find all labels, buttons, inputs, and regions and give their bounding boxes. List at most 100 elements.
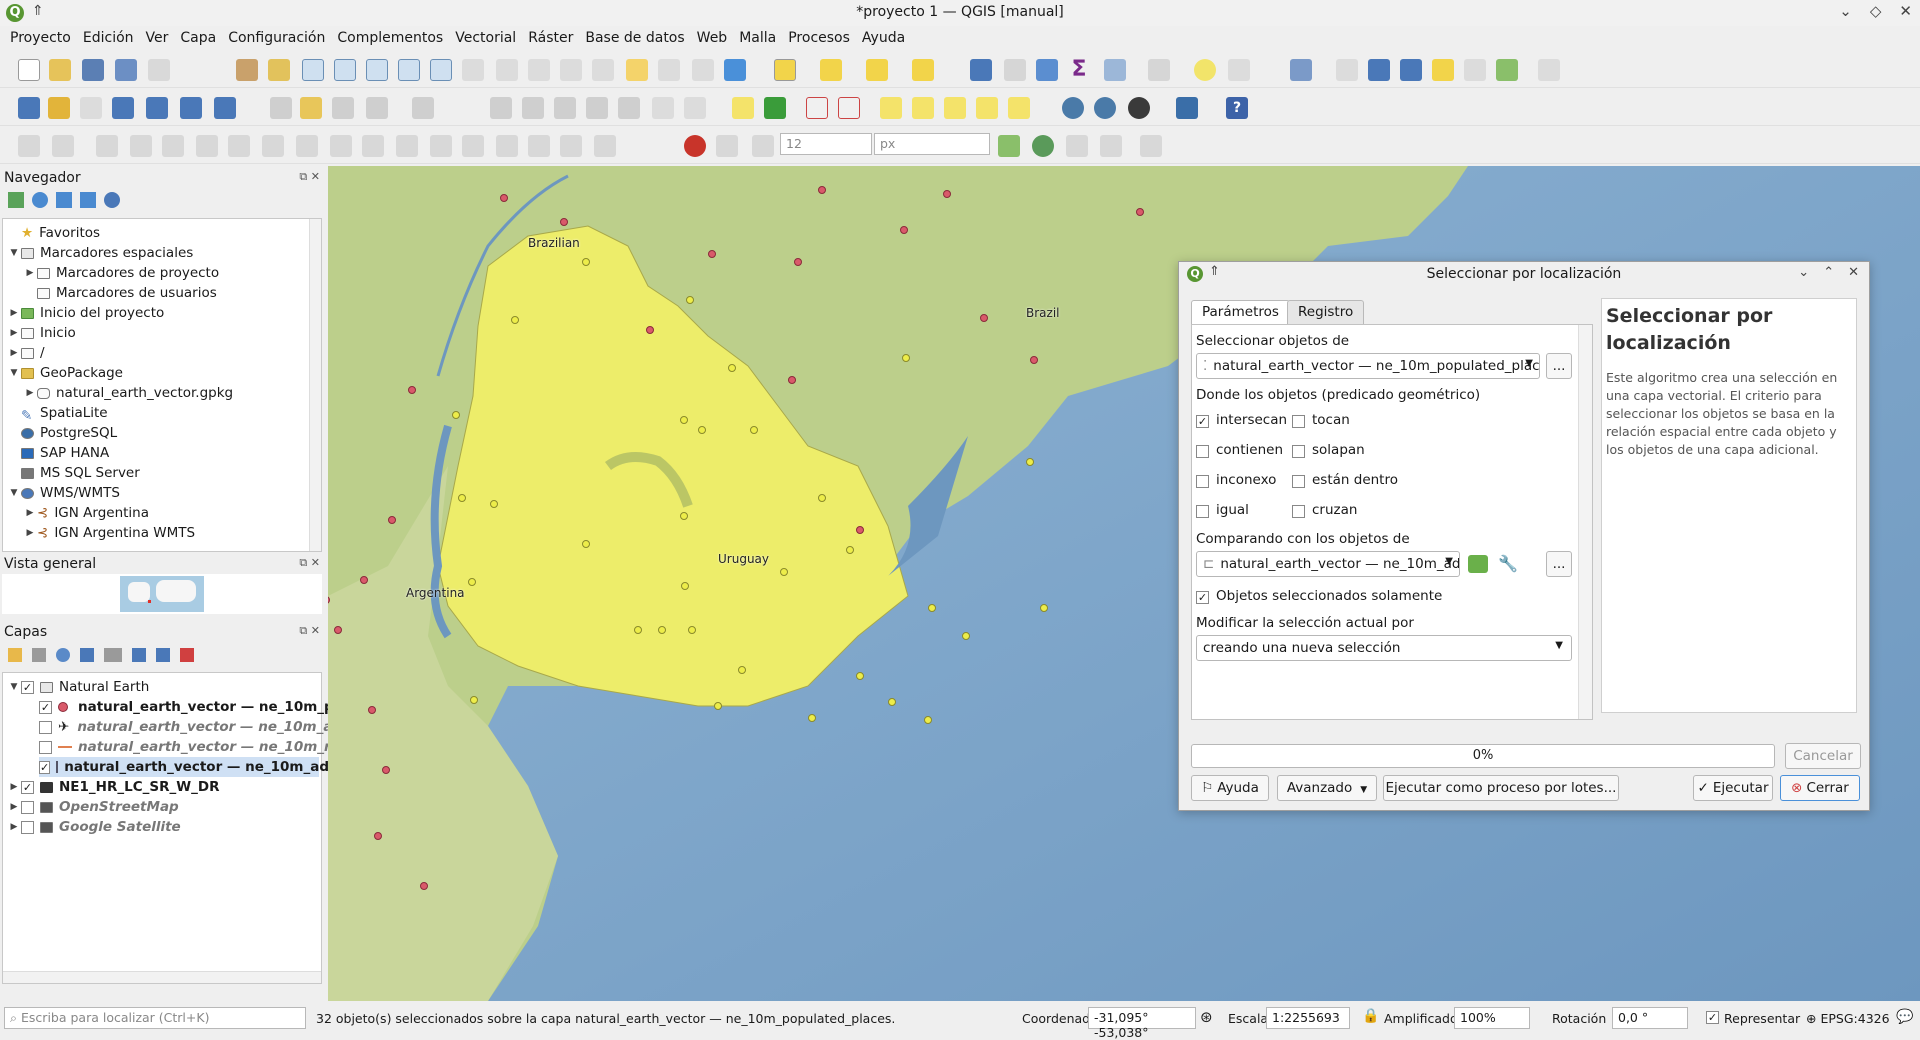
- toolbox-icon[interactable]: [1036, 59, 1058, 81]
- filter-expression-icon[interactable]: [104, 648, 122, 662]
- select-by-value-icon[interactable]: [820, 59, 842, 81]
- select-from-combo[interactable]: ⁚ natural_earth_vector — ne_10m_populated…: [1196, 353, 1540, 379]
- pan-to-selection-icon[interactable]: [268, 59, 290, 81]
- line-label-icon[interactable]: [1496, 59, 1518, 81]
- merge-attributes-icon[interactable]: [462, 135, 484, 157]
- lock-icon[interactable]: 🔒: [1362, 1008, 1379, 1024]
- magnifier-field[interactable]: 100%: [1454, 1007, 1530, 1029]
- show-bookmarks-icon[interactable]: [658, 59, 680, 81]
- save-as-icon[interactable]: [115, 59, 137, 81]
- snap-type-icon[interactable]: [716, 135, 738, 157]
- zoom-native-icon[interactable]: [462, 59, 484, 81]
- toggle-editing-icon[interactable]: [300, 97, 322, 119]
- tracing-icon[interactable]: [1100, 135, 1122, 157]
- paste-features-icon[interactable]: [618, 97, 640, 119]
- new-3d-view-icon[interactable]: [592, 59, 614, 81]
- measure-icon[interactable]: [1148, 59, 1170, 81]
- menu-base-de-datos[interactable]: Base de datos: [579, 30, 690, 46]
- text-format-icon[interactable]: [1538, 59, 1560, 81]
- layer-group[interactable]: ▼ ✓ Natural Earth: [7, 677, 150, 697]
- fill-ring-icon[interactable]: [196, 135, 218, 157]
- save-edits-icon[interactable]: [332, 97, 354, 119]
- open-project-icon[interactable]: [49, 59, 71, 81]
- layer-item[interactable]: ✈ natural_earth_vector — ne_10m_airpor: [39, 717, 369, 737]
- search-web-icon[interactable]: [1228, 59, 1250, 81]
- predicate-estan-dentro-checkbox[interactable]: [1292, 475, 1305, 488]
- tree-item[interactable]: SAP HANA: [7, 443, 109, 463]
- panel-close-icon[interactable]: ⧉ ✕: [299, 170, 320, 184]
- browse-button[interactable]: ...: [1546, 551, 1572, 577]
- reverse-line-icon[interactable]: [528, 135, 550, 157]
- zoom-out-icon[interactable]: [334, 59, 356, 81]
- selected-only-checkbox[interactable]: ✓: [1196, 591, 1209, 604]
- layer-item[interactable]: ✓ natural_earth_vector — ne_10m_pop: [39, 697, 353, 717]
- crs-button[interactable]: ⊕ EPSG:4326: [1806, 1011, 1890, 1026]
- iterate-icon[interactable]: [1468, 555, 1488, 573]
- save-project-icon[interactable]: [82, 59, 104, 81]
- collapse-all-icon[interactable]: [80, 192, 96, 208]
- add-vector-icon[interactable]: [112, 97, 134, 119]
- text-annotation-icon[interactable]: [1290, 59, 1312, 81]
- zoom-full-icon[interactable]: [366, 59, 388, 81]
- undo-icon[interactable]: [652, 97, 674, 119]
- add-group-icon[interactable]: [32, 648, 46, 662]
- predicate-inconexo-checkbox[interactable]: [1196, 475, 1209, 488]
- cut-features-icon[interactable]: [554, 97, 576, 119]
- locator-input[interactable]: ⌕ Escriba para localizar (Ctrl+K): [4, 1007, 306, 1029]
- maximize-icon[interactable]: ◇: [1870, 2, 1882, 20]
- select-location-icon[interactable]: [912, 59, 934, 81]
- new-project-icon[interactable]: [18, 59, 40, 81]
- parameters-scrollbar[interactable]: [1578, 325, 1592, 719]
- compare-combo[interactable]: ⊏ natural_earth_vector — ne_10m_adm ▼: [1196, 551, 1460, 577]
- zoom-next-icon[interactable]: [528, 59, 550, 81]
- trim-extend-icon[interactable]: [560, 135, 582, 157]
- predicate-solapan-checkbox[interactable]: [1292, 445, 1305, 458]
- expand-all-icon[interactable]: [132, 648, 146, 662]
- tree-item[interactable]: ▶ natural_earth_vector.gpkg: [23, 383, 234, 403]
- menu-procesos[interactable]: Procesos: [782, 30, 856, 46]
- menu-capa[interactable]: Capa: [174, 30, 222, 46]
- tree-item[interactable]: ✎ SpatiaLite: [7, 403, 108, 424]
- tab-parametros[interactable]: Parámetros: [1191, 300, 1290, 324]
- star-icon[interactable]: [1432, 59, 1454, 81]
- python-console-icon[interactable]: [1176, 97, 1198, 119]
- menu-edicion[interactable]: Edición: [77, 30, 140, 46]
- deselect-icon[interactable]: [866, 59, 888, 81]
- new-map-view-icon[interactable]: [560, 59, 582, 81]
- snap-tolerance-input[interactable]: 12: [780, 133, 872, 155]
- browse-button[interactable]: ...: [1546, 353, 1572, 379]
- predicate-igual-checkbox[interactable]: [1196, 505, 1209, 518]
- layer-item[interactable]: ▶ ✓ NE1_HR_LC_SR_W_DR: [7, 777, 220, 797]
- help-icon[interactable]: ?: [1226, 97, 1248, 119]
- close-window-icon[interactable]: ✕: [1899, 2, 1912, 20]
- coordinate-field[interactable]: -31,095° -53,038°: [1088, 1007, 1196, 1040]
- bookmark-icon[interactable]: [626, 59, 648, 81]
- zoom-last-icon[interactable]: [496, 59, 518, 81]
- tree-item[interactable]: ▶ ⊰ IGN Argentina: [23, 503, 149, 523]
- rotate-point-icon[interactable]: [496, 135, 518, 157]
- close-button[interactable]: ⊗ Cerrar: [1780, 775, 1860, 801]
- copy-features-icon[interactable]: [586, 97, 608, 119]
- statistics-icon[interactable]: Σ: [1068, 59, 1090, 81]
- tree-item[interactable]: ★ Favoritos: [7, 223, 100, 243]
- identify-icon[interactable]: [970, 59, 992, 81]
- panel-close-icon[interactable]: ⧉ ✕: [299, 624, 320, 638]
- tree-item[interactable]: ▶ Inicio: [7, 323, 76, 343]
- split-parts-icon[interactable]: [396, 135, 418, 157]
- help-button[interactable]: ⚐ Ayuda: [1191, 775, 1269, 801]
- menu-malla[interactable]: Malla: [733, 30, 782, 46]
- properties-icon[interactable]: [104, 192, 120, 208]
- tree-item[interactable]: ▼ GeoPackage: [7, 363, 123, 383]
- tree-item[interactable]: ▶ /: [7, 343, 45, 363]
- delete-part-icon[interactable]: [262, 135, 284, 157]
- snap-intersection-icon[interactable]: [1032, 135, 1054, 157]
- minimize-icon[interactable]: ⌄: [1839, 2, 1852, 20]
- print-layout-icon[interactable]: [148, 59, 170, 81]
- layer-item-selected[interactable]: ✓ natural_earth_vector — ne_10m_adm: [39, 757, 343, 777]
- rotate-feature-icon[interactable]: [52, 135, 74, 157]
- simplify-icon[interactable]: [96, 135, 118, 157]
- show-hide-labels-icon[interactable]: [1008, 97, 1030, 119]
- close-icon[interactable]: ✕: [1848, 265, 1859, 280]
- snapping-icon[interactable]: [684, 135, 706, 157]
- show-labels-icon[interactable]: [838, 97, 860, 119]
